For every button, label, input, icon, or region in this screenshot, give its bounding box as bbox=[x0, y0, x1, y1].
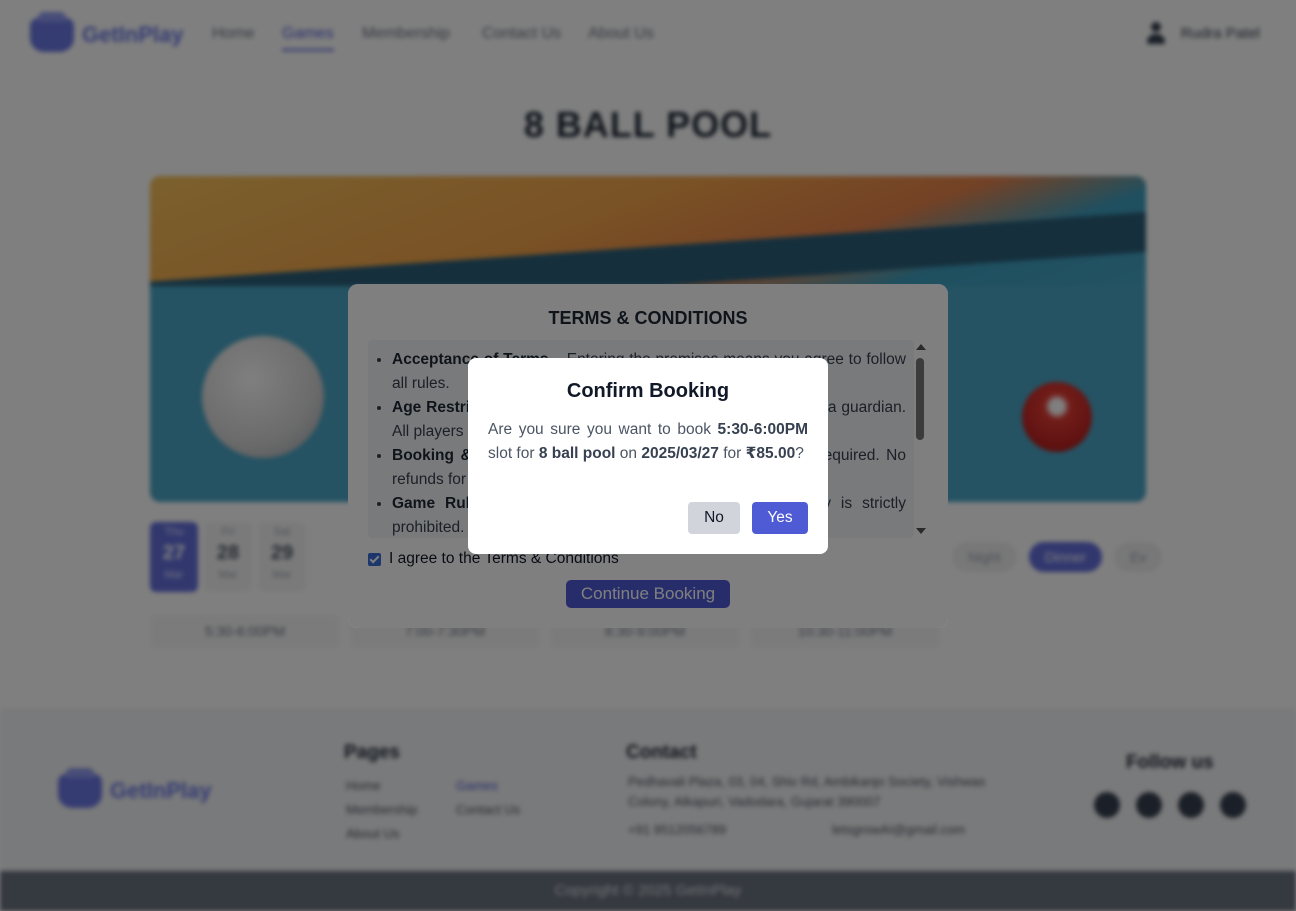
confirm-text: Are you sure you want to book bbox=[488, 421, 718, 438]
confirm-text: slot for bbox=[488, 445, 539, 462]
no-button[interactable]: No bbox=[688, 502, 740, 534]
confirm-message: Are you sure you want to book 5:30-6:00P… bbox=[488, 418, 808, 466]
confirm-text: on bbox=[615, 445, 642, 462]
confirm-price: ₹85.00 bbox=[745, 445, 796, 462]
confirm-slot: 5:30-6:00PM bbox=[717, 421, 808, 438]
confirm-date: 2025/03/27 bbox=[641, 445, 719, 462]
confirm-text: for bbox=[718, 445, 746, 462]
yes-button[interactable]: Yes bbox=[752, 502, 808, 534]
confirm-game: 8 ball pool bbox=[538, 445, 616, 462]
confirm-title: Confirm Booking bbox=[566, 380, 730, 402]
confirm-text: ? bbox=[795, 445, 804, 462]
confirm-booking-dialog: Confirm Booking Are you sure you want to… bbox=[468, 358, 828, 554]
